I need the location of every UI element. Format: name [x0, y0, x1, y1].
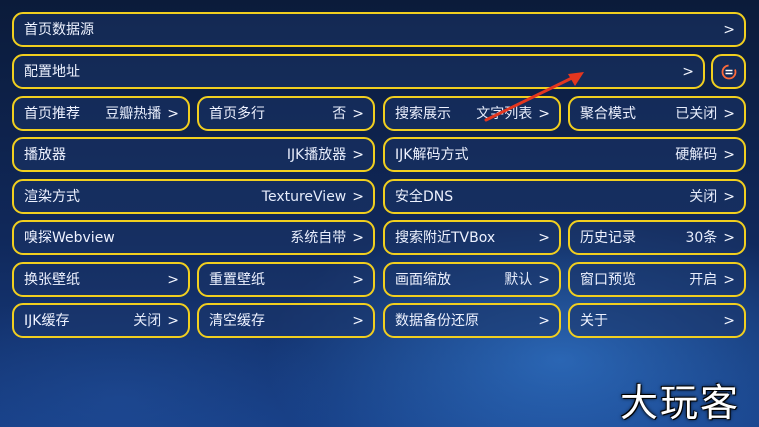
change-wallpaper-label: 换张壁纸: [24, 271, 80, 288]
chevron-right-icon: >: [723, 21, 735, 38]
chevron-right-icon: >: [723, 188, 735, 205]
chevron-right-icon: >: [538, 312, 550, 329]
secure-dns-value: 关闭: [689, 188, 718, 205]
chevron-right-icon: >: [167, 271, 179, 288]
chevron-right-icon: >: [167, 312, 179, 329]
home-recommend-button[interactable]: 首页推荐 豆瓣热播 >: [12, 96, 190, 131]
screen-scale-label: 画面缩放: [395, 271, 451, 288]
chevron-right-icon: >: [723, 146, 735, 163]
search-nearby-label: 搜索附近TVBox: [395, 229, 496, 246]
render-mode-value: TextureView: [261, 188, 347, 205]
secure-dns-label: 安全DNS: [395, 188, 454, 205]
aggregate-mode-button[interactable]: 聚合模式 已关闭 >: [568, 96, 746, 131]
home-multiline-button[interactable]: 首页多行 否 >: [197, 96, 375, 131]
screen-scale-button[interactable]: 画面缩放 默认 >: [383, 262, 561, 297]
player-button[interactable]: 播放器 IJK播放器 >: [12, 137, 375, 172]
backup-restore-label: 数据备份还原: [395, 312, 479, 329]
sniff-webview-value: 系统自带: [290, 229, 347, 246]
chevron-right-icon: >: [723, 105, 735, 122]
ijk-decode-value: 硬解码: [675, 146, 718, 163]
search-display-label: 搜索展示: [395, 105, 451, 122]
backup-restore-button[interactable]: 数据备份还原 >: [383, 303, 561, 338]
search-display-button[interactable]: 搜索展示 文字列表 >: [383, 96, 561, 131]
about-label: 关于: [580, 312, 608, 329]
history-value: 30条: [685, 229, 718, 246]
sniff-webview-label: 嗅探Webview: [24, 229, 115, 246]
aggregate-mode-label: 聚合模式: [580, 105, 636, 122]
ijk-cache-button[interactable]: IJK缓存 关闭 >: [12, 303, 190, 338]
render-mode-label: 渲染方式: [24, 188, 80, 205]
search-nearby-tvbox-button[interactable]: 搜索附近TVBox >: [383, 220, 561, 255]
chevron-right-icon: >: [682, 63, 694, 80]
chevron-right-icon: >: [723, 229, 735, 246]
aggregate-mode-value: 已关闭: [675, 105, 718, 122]
history-label: 历史记录: [580, 229, 636, 246]
refresh-icon: [721, 64, 736, 79]
chevron-right-icon: >: [167, 105, 179, 122]
reset-wallpaper-button[interactable]: 重置壁纸 >: [197, 262, 375, 297]
reset-wallpaper-label: 重置壁纸: [209, 271, 265, 288]
home-data-source-button[interactable]: 首页数据源 >: [12, 12, 746, 47]
home-recommend-label: 首页推荐: [24, 105, 80, 122]
ijk-cache-value: 关闭: [133, 312, 162, 329]
change-wallpaper-button[interactable]: 换张壁纸 >: [12, 262, 190, 297]
player-value: IJK播放器: [286, 146, 347, 163]
clear-cache-label: 清空缓存: [209, 312, 265, 329]
home-data-source-label: 首页数据源: [24, 21, 94, 38]
chevron-right-icon: >: [352, 105, 364, 122]
home-multiline-value: 否: [332, 105, 347, 122]
window-preview-label: 窗口预览: [580, 271, 636, 288]
window-preview-value: 开启: [689, 271, 718, 288]
search-display-value: 文字列表: [476, 105, 533, 122]
chevron-right-icon: >: [352, 229, 364, 246]
render-mode-button[interactable]: 渲染方式 TextureView >: [12, 179, 375, 214]
ijk-decode-label: IJK解码方式: [395, 146, 469, 163]
chevron-right-icon: >: [538, 271, 550, 288]
screen-scale-value: 默认: [504, 271, 533, 288]
home-recommend-value: 豆瓣热播: [105, 105, 162, 122]
chevron-right-icon: >: [352, 271, 364, 288]
player-label: 播放器: [24, 146, 66, 163]
about-button[interactable]: 关于 >: [568, 303, 746, 338]
chevron-right-icon: >: [538, 229, 550, 246]
refresh-config-button[interactable]: [711, 54, 746, 89]
ijk-decode-button[interactable]: IJK解码方式 硬解码 >: [383, 137, 746, 172]
chevron-right-icon: >: [352, 188, 364, 205]
chevron-right-icon: >: [723, 312, 735, 329]
chevron-right-icon: >: [723, 271, 735, 288]
chevron-right-icon: >: [538, 105, 550, 122]
home-multiline-label: 首页多行: [209, 105, 265, 122]
chevron-right-icon: >: [352, 146, 364, 163]
secure-dns-button[interactable]: 安全DNS 关闭 >: [383, 179, 746, 214]
sniff-webview-button[interactable]: 嗅探Webview 系统自带 >: [12, 220, 375, 255]
config-url-label: 配置地址: [24, 63, 80, 80]
history-button[interactable]: 历史记录 30条 >: [568, 220, 746, 255]
config-url-button[interactable]: 配置地址 >: [12, 54, 705, 89]
ijk-cache-label: IJK缓存: [24, 312, 70, 329]
window-preview-button[interactable]: 窗口预览 开启 >: [568, 262, 746, 297]
watermark-logo: 大玩客: [620, 381, 741, 425]
clear-cache-button[interactable]: 清空缓存 >: [197, 303, 375, 338]
chevron-right-icon: >: [352, 312, 364, 329]
